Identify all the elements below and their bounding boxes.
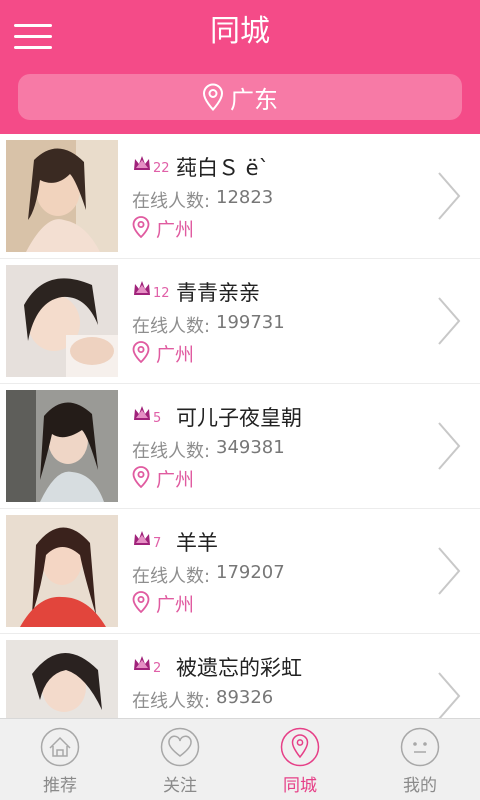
- tab-label: 我的: [403, 776, 437, 796]
- tab-recommend[interactable]: 推荐: [0, 719, 120, 800]
- list-item[interactable]: 7 羊羊 在线人数: 179207 广州: [0, 509, 480, 634]
- location-pin-icon: [132, 216, 150, 238]
- user-name: 莼白Ｓ ё`: [176, 156, 270, 180]
- user-list[interactable]: 22 莼白Ｓ ё` 在线人数: 12823 广州 12 青青亲亲 在线人数: 1…: [0, 134, 480, 718]
- chevron-right-icon[interactable]: [436, 420, 462, 472]
- tab-follow[interactable]: 关注: [120, 719, 240, 800]
- online-label: 在线人数:: [132, 691, 211, 712]
- avatar: [6, 265, 118, 377]
- location-pin-icon: [132, 341, 150, 363]
- level-badge: 12: [153, 286, 170, 301]
- tab-nearby[interactable]: 同城: [240, 719, 360, 800]
- location-pin-icon: [132, 591, 150, 613]
- city-text: 广州: [156, 594, 195, 616]
- chevron-right-icon[interactable]: [436, 545, 462, 597]
- city-text: 广州: [156, 219, 195, 241]
- list-item[interactable]: 2 被遗忘的彩虹 在线人数: 89326: [0, 634, 480, 718]
- online-count: 179207: [216, 562, 285, 583]
- list-item[interactable]: 12 青青亲亲 在线人数: 199731 广州: [0, 259, 480, 384]
- level-badge: 5: [153, 411, 162, 426]
- online-count: 89326: [216, 687, 274, 708]
- online-label: 在线人数:: [132, 316, 211, 337]
- crown-icon: [134, 531, 150, 545]
- bottom-tab-bar: 推荐 关注 同城 我的: [0, 718, 480, 800]
- user-name: 青青亲亲: [176, 281, 260, 305]
- online-count: 199731: [216, 312, 285, 333]
- tab-mine[interactable]: 我的: [360, 719, 480, 800]
- user-name: 可儿子夜皇朝: [176, 406, 302, 430]
- avatar: [6, 390, 118, 502]
- online-label: 在线人数:: [132, 441, 211, 462]
- user-name: 被遗忘的彩虹: [176, 656, 302, 680]
- location-selector[interactable]: 广东: [18, 74, 462, 120]
- crown-icon: [134, 406, 150, 420]
- tab-label: 推荐: [43, 776, 77, 796]
- avatar: [6, 640, 118, 718]
- crown-icon: [134, 281, 150, 295]
- avatar: [6, 140, 118, 252]
- level-badge: 22: [153, 161, 170, 176]
- tab-label: 同城: [283, 776, 317, 796]
- city-text: 广州: [156, 344, 195, 366]
- user-name: 羊羊: [176, 531, 218, 555]
- location-text: 广东: [230, 85, 278, 114]
- chevron-right-icon[interactable]: [436, 670, 462, 718]
- face-icon: [400, 727, 440, 767]
- avatar: [6, 515, 118, 627]
- location-pin-icon: [280, 727, 320, 767]
- location-pin-icon: [132, 466, 150, 488]
- list-item[interactable]: 5 可儿子夜皇朝 在线人数: 349381 广州: [0, 384, 480, 509]
- online-label: 在线人数:: [132, 566, 211, 587]
- crown-icon: [134, 156, 150, 170]
- online-count: 12823: [216, 187, 274, 208]
- home-icon: [40, 727, 80, 767]
- city-text: 广州: [156, 469, 195, 491]
- chevron-right-icon[interactable]: [436, 170, 462, 222]
- online-label: 在线人数:: [132, 191, 211, 212]
- page-title: 同城: [210, 14, 270, 49]
- crown-icon: [134, 656, 150, 670]
- online-count: 349381: [216, 437, 285, 458]
- tab-label: 关注: [163, 776, 197, 796]
- list-item[interactable]: 22 莼白Ｓ ё` 在线人数: 12823 广州: [0, 134, 480, 259]
- level-badge: 7: [153, 536, 162, 551]
- header-bar: 同城 广东: [0, 0, 480, 134]
- level-badge: 2: [153, 661, 162, 676]
- chevron-right-icon[interactable]: [436, 295, 462, 347]
- heart-icon: [160, 727, 200, 767]
- location-pin-icon: [202, 83, 224, 111]
